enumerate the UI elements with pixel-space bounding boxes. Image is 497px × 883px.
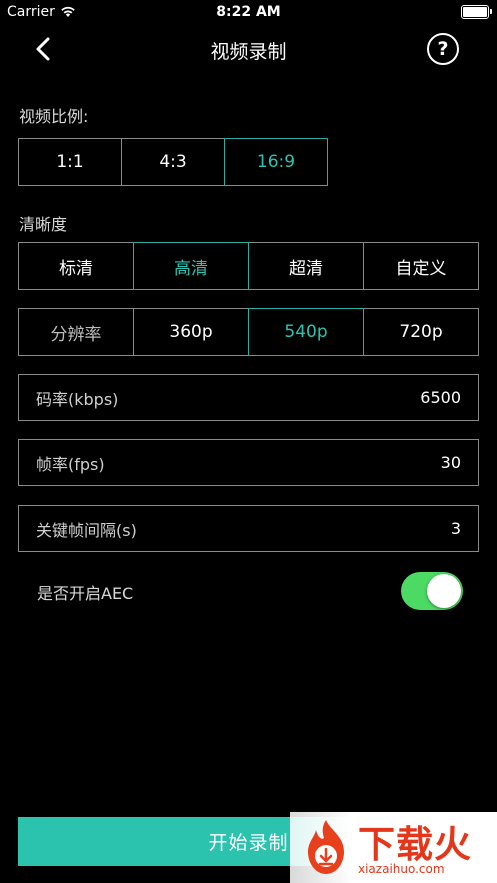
resolution-label: 分辨率 xyxy=(18,308,134,356)
aspect-option-4-3[interactable]: 4:3 xyxy=(121,138,225,186)
help-button[interactable]: ? xyxy=(427,33,459,65)
aspect-ratio-segmented: 1:1 4:3 16:9 xyxy=(18,138,328,186)
resolution-option-540p[interactable]: 540p xyxy=(248,308,364,356)
aec-label: 是否开启AEC xyxy=(37,584,134,603)
aec-row: 是否开启AEC xyxy=(37,572,463,610)
page-title: 视频录制 xyxy=(210,41,287,63)
quality-label: 清晰度 xyxy=(19,215,68,234)
framerate-input[interactable] xyxy=(341,453,461,472)
status-bar: Carrier 8:22 AM xyxy=(0,0,497,24)
watermark-cn-text: 下载火 xyxy=(358,823,472,866)
quality-option-fhd[interactable]: 超清 xyxy=(248,242,364,290)
flame-logo-icon xyxy=(308,820,344,874)
watermark: 下载火 xiazaihuo.com xyxy=(290,812,497,883)
watermark-en-text: xiazaihuo.com xyxy=(358,862,445,876)
bitrate-input[interactable] xyxy=(341,388,461,407)
resolution-option-720p[interactable]: 720p xyxy=(363,308,479,356)
battery-icon xyxy=(461,5,492,19)
quality-segmented: 标清 高清 超清 自定义 xyxy=(18,242,479,290)
aec-toggle[interactable] xyxy=(401,572,463,610)
resolution-segmented: 分辨率 360p 540p 720p xyxy=(18,308,479,356)
aspect-option-1-1[interactable]: 1:1 xyxy=(18,138,122,186)
aspect-option-16-9[interactable]: 16:9 xyxy=(224,138,328,186)
quality-option-custom[interactable]: 自定义 xyxy=(363,242,479,290)
status-time: 8:22 AM xyxy=(216,4,281,20)
keyframe-input[interactable] xyxy=(341,519,461,538)
aspect-ratio-label: 视频比例: xyxy=(19,107,89,126)
nav-bar: 视频录制 ? xyxy=(0,24,497,74)
quality-option-sd[interactable]: 标清 xyxy=(18,242,134,290)
toggle-knob xyxy=(427,574,461,608)
framerate-field: 帧率(fps) xyxy=(18,439,479,486)
bitrate-field: 码率(kbps) xyxy=(18,374,479,421)
keyframe-label: 关键帧间隔(s) xyxy=(36,520,137,540)
resolution-option-360p[interactable]: 360p xyxy=(133,308,249,356)
keyframe-field: 关键帧间隔(s) xyxy=(18,505,479,552)
bitrate-label: 码率(kbps) xyxy=(36,389,119,409)
quality-option-hd[interactable]: 高清 xyxy=(133,242,249,290)
framerate-label: 帧率(fps) xyxy=(36,454,105,474)
